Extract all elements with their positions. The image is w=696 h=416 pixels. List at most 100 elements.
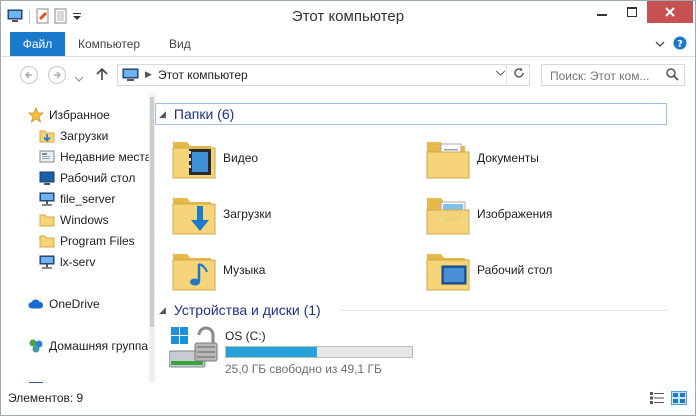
nav-item-onedrive[interactable]: OneDrive bbox=[28, 294, 100, 314]
navigation-pane: Избранное Загрузки Недавние места Рабочи… bbox=[1, 93, 149, 383]
address-dropdown-button[interactable] bbox=[495, 68, 506, 79]
item-count: Элементов: 9 bbox=[8, 391, 84, 405]
chevron-down-icon bbox=[495, 70, 506, 76]
arrow-left-icon bbox=[24, 71, 32, 79]
nav-item-label: Недавние места bbox=[60, 150, 149, 164]
address-separator bbox=[506, 65, 507, 85]
nav-item-label: Домашняя группа bbox=[49, 339, 149, 353]
search-input[interactable] bbox=[548, 66, 670, 86]
svg-text:?: ? bbox=[677, 39, 683, 50]
folder-documents[interactable]: Документы bbox=[425, 130, 539, 186]
drive-usage-fill bbox=[226, 347, 318, 357]
network-drive-icon bbox=[39, 191, 55, 207]
scrollbar-thumb[interactable] bbox=[150, 97, 154, 327]
folder-icon bbox=[39, 233, 55, 249]
folders-group-header[interactable]: ◢ Папки (6) bbox=[155, 104, 234, 124]
nav-item-label: OneDrive bbox=[49, 297, 100, 311]
folder-label: Документы bbox=[477, 151, 539, 165]
nav-item-label: Загрузки bbox=[60, 129, 109, 143]
chevron-down-icon bbox=[74, 76, 84, 82]
nav-item-homegroup[interactable]: Домашняя группа bbox=[28, 336, 148, 356]
folder-downloads[interactable]: Загрузки bbox=[171, 186, 271, 242]
forward-button[interactable] bbox=[48, 66, 66, 84]
network-drive-icon bbox=[39, 254, 55, 270]
nav-item-label: lx-serv bbox=[60, 255, 96, 269]
recent-locations-button[interactable] bbox=[74, 71, 84, 85]
tab-computer[interactable]: Компьютер bbox=[78, 32, 140, 56]
folder-music-icon bbox=[172, 254, 216, 291]
drive-free-space: 25,0 ГБ свободно из 49,1 ГБ bbox=[225, 362, 382, 376]
folder-label: Рабочий стол bbox=[477, 263, 553, 277]
tab-view[interactable]: Вид bbox=[169, 32, 191, 56]
desktop-icon bbox=[39, 170, 55, 186]
collapse-icon[interactable]: ◢ bbox=[159, 109, 166, 120]
address-bar[interactable]: ▶ Этот компьютер bbox=[117, 64, 530, 86]
devices-group-header[interactable]: ◢ Устройства и диски (1) bbox=[155, 300, 321, 320]
recent-places-icon bbox=[39, 149, 55, 165]
folder-documents-icon bbox=[426, 142, 470, 179]
view-switcher bbox=[649, 391, 687, 408]
arrow-up-icon bbox=[96, 67, 108, 80]
nav-item-favorites[interactable]: Избранное bbox=[28, 105, 110, 125]
folder-music[interactable]: Музыка bbox=[171, 242, 265, 298]
folder-label: Видео bbox=[223, 151, 259, 165]
maximize-button[interactable] bbox=[617, 1, 647, 23]
refresh-icon bbox=[514, 67, 524, 78]
navigation-bar: ▶ Этот компьютер bbox=[1, 57, 695, 93]
status-bar: Элементов: 9 bbox=[1, 383, 695, 415]
search-box[interactable] bbox=[541, 64, 685, 86]
folder-label: Загрузки bbox=[223, 207, 272, 221]
devices-group-divider bbox=[341, 310, 667, 311]
folder-video[interactable]: Видео bbox=[171, 130, 258, 186]
folder-desktop-icon bbox=[426, 254, 470, 291]
folder-video-icon bbox=[172, 142, 216, 179]
tab-file[interactable]: Файл bbox=[10, 32, 65, 56]
close-icon bbox=[665, 7, 675, 17]
ribbon: Файл Компьютер Вид ? bbox=[1, 32, 695, 57]
window-controls bbox=[587, 1, 693, 23]
nav-item-label: Избранное bbox=[49, 108, 110, 122]
homegroup-icon bbox=[28, 338, 44, 354]
folder-download-icon bbox=[172, 198, 216, 235]
computer-icon bbox=[122, 68, 140, 85]
collapse-icon[interactable]: ◢ bbox=[159, 305, 166, 316]
nav-item-file-server[interactable]: file_server bbox=[39, 189, 115, 209]
nav-item-lx-serv[interactable]: lx-serv bbox=[39, 252, 95, 272]
folder-pictures[interactable]: Изображения bbox=[425, 186, 552, 242]
content-area: ◢ Папки (6) Видео Документы Загрузки Изо… bbox=[155, 93, 695, 383]
drive-c[interactable]: OS (C:) 25,0 ГБ свободно из 49,1 ГБ bbox=[169, 325, 413, 376]
nav-item-label: Рабочий стол bbox=[60, 171, 136, 185]
arrow-right-icon bbox=[54, 71, 62, 79]
minimize-button[interactable] bbox=[587, 1, 617, 23]
nav-item-desktop[interactable]: Рабочий стол bbox=[39, 168, 135, 188]
nav-item-windows[interactable]: Windows bbox=[39, 210, 109, 230]
drive-info: OS (C:) 25,0 ГБ свободно из 49,1 ГБ bbox=[225, 325, 413, 376]
ribbon-right-controls: ? bbox=[655, 36, 687, 53]
cloud-icon bbox=[28, 296, 44, 312]
explorer-window: Этот компьютер Файл Компьютер Вид ? ▶ Эт… bbox=[0, 0, 696, 416]
nav-item-downloads[interactable]: Загрузки bbox=[39, 126, 108, 146]
help-icon[interactable]: ? bbox=[673, 36, 687, 53]
refresh-button[interactable] bbox=[513, 67, 525, 82]
folder-icon bbox=[39, 212, 55, 228]
nav-item-recent-places[interactable]: Недавние места bbox=[39, 147, 149, 167]
drive-name: OS (C:) bbox=[225, 329, 266, 343]
chevron-down-icon[interactable] bbox=[655, 38, 665, 52]
star-icon bbox=[28, 107, 44, 123]
breadcrumb-arrow-icon[interactable]: ▶ bbox=[145, 69, 152, 80]
title-bar: Этот компьютер bbox=[1, 1, 695, 32]
folder-desktop[interactable]: Рабочий стол bbox=[425, 242, 552, 298]
search-icon[interactable] bbox=[666, 68, 679, 84]
folder-label: Музыка bbox=[223, 263, 266, 277]
nav-item-label: Windows bbox=[60, 213, 109, 227]
close-button[interactable] bbox=[647, 1, 693, 23]
folder-download-icon bbox=[39, 128, 55, 144]
devices-group-title: Устройства и диски (1) bbox=[173, 302, 321, 318]
folder-pictures-icon bbox=[426, 198, 470, 235]
breadcrumb[interactable]: Этот компьютер bbox=[158, 68, 248, 82]
details-view-icon[interactable] bbox=[649, 391, 665, 408]
back-button[interactable] bbox=[20, 66, 38, 84]
up-button[interactable] bbox=[96, 67, 108, 84]
nav-item-program-files[interactable]: Program Files bbox=[39, 231, 135, 251]
tiles-view-icon[interactable] bbox=[671, 391, 687, 408]
